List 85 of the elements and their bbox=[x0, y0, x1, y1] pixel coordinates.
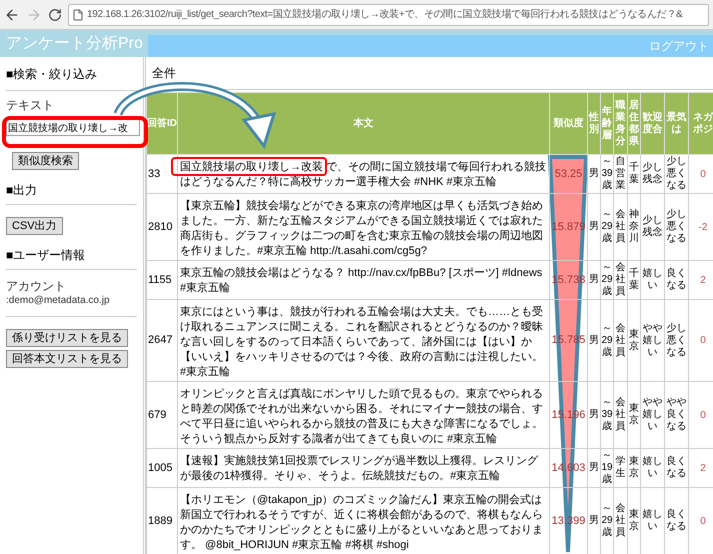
age-cell: ～19歳 bbox=[600, 448, 614, 488]
answer-text: 【ホリエモン（@takapon_jp）のコズミック論だん】東京五輪の開会式は新国立で行われるそうですが、近くに将棋会館があるので、将棋もなんらかのかたちでオリンピックとともに盛り上がるといいなあと思っております。 @8bit_HORIJUN #東京五輪 #将棋 #shogi bbox=[178, 488, 550, 554]
economy-cell: 少し悪くなる bbox=[664, 300, 688, 382]
result-heading: 全件 bbox=[152, 65, 176, 82]
gender-cell: 男 bbox=[588, 448, 600, 488]
list-button[interactable]: 回答本文リストを見る bbox=[6, 350, 128, 368]
id-cell: 679 bbox=[146, 382, 178, 448]
prefecture-cell: 東京 bbox=[628, 448, 640, 488]
column-header: 回答ID bbox=[146, 92, 178, 154]
id-cell: 2647 bbox=[146, 300, 178, 382]
prefecture-cell: 東京 bbox=[628, 488, 640, 554]
gender-cell: 男 bbox=[588, 488, 600, 554]
answer-text: 【速報】実施競技第1回投票でレスリングが過半数以上獲得。レスリングが最後の1枠獲得。そりゃ、そうよ。伝統競技だもの。#東京五輪 bbox=[178, 448, 550, 488]
column-header: 性別 bbox=[588, 92, 600, 154]
prefecture-cell: 千葉 bbox=[628, 260, 640, 300]
column-header: ネガポジ bbox=[688, 92, 713, 154]
page-icon bbox=[72, 8, 84, 20]
similarity-cell: 15.785 bbox=[550, 300, 588, 382]
id-cell: 1005 bbox=[146, 448, 178, 488]
gender-cell: 男 bbox=[588, 300, 600, 382]
column-header: 類似度 bbox=[550, 92, 588, 154]
economy-cell: 少し悪くなる bbox=[664, 194, 688, 260]
welcome-cell: 少し残念 bbox=[640, 154, 664, 194]
id-cell: 1155 bbox=[146, 260, 178, 300]
economy-cell: 良くなる bbox=[664, 488, 688, 554]
column-header: 本文 bbox=[178, 92, 550, 154]
column-header: 年齢層 bbox=[600, 92, 614, 154]
id-cell: 33 bbox=[146, 154, 178, 194]
welcome-cell: 嬉しい bbox=[640, 448, 664, 488]
age-cell: ～29歳 bbox=[600, 194, 614, 260]
id-cell: 1889 bbox=[146, 488, 178, 554]
gender-cell: 男 bbox=[588, 260, 600, 300]
economy-cell: 良くなる bbox=[664, 260, 688, 300]
answer-text: 東京五輪の競技会場はどうなる？ http://nav.cx/fpBBu? [スポーツ] #ldnews #東京五輪 bbox=[178, 260, 550, 300]
answer-text: 【東京五輪】競技会場などができる東京の湾岸地区は早くも活気づき始めました。一方、新たな五輪スタジアムができる国立競技場近くでは寂れた商店街も。グラフィックは二つの町を含む東京五輪の競技会場の周辺地図を作りました。#東京五輪 http://t.asahi.com/cg5g? bbox=[178, 194, 550, 260]
prefecture-cell: 東京 bbox=[628, 382, 640, 448]
job-cell: 会社員 bbox=[614, 260, 628, 300]
job-cell: 学生 bbox=[614, 448, 628, 488]
welcome-cell: やや嬉しい bbox=[640, 300, 664, 382]
age-cell: ～29歳 bbox=[600, 488, 614, 554]
job-cell: 会社員 bbox=[614, 194, 628, 260]
prefecture-cell: 神奈川 bbox=[628, 194, 640, 260]
section-heading: ■出力 bbox=[6, 182, 38, 199]
answer-text: 国立競技場の取り壊し→改装 で、その間に国立競技場で毎回行われる競技はどうなるんだ？特に高校サッカー選手権大会 #NHK #東京五輪 bbox=[178, 154, 550, 194]
field-label: テキスト bbox=[6, 97, 55, 113]
reload-icon[interactable] bbox=[48, 8, 62, 22]
job-cell: 会社員 bbox=[614, 488, 628, 554]
column-header: 居住都県 bbox=[628, 92, 640, 154]
app-title: アンケート分析Pro bbox=[6, 34, 143, 54]
welcome-cell: 嬉しい bbox=[640, 260, 664, 300]
back-icon[interactable] bbox=[4, 6, 20, 22]
age-cell: ～39歳 bbox=[600, 154, 614, 194]
csv-button[interactable]: CSV出力 bbox=[6, 217, 63, 235]
welcome-cell: やや嬉しい bbox=[640, 382, 664, 448]
welcome-cell: 嬉しい bbox=[640, 488, 664, 554]
age-cell: ～29歳 bbox=[600, 260, 614, 300]
job-cell: 自営業 bbox=[614, 154, 628, 194]
age-cell: ～39歳 bbox=[600, 382, 614, 448]
account-label: アカウント bbox=[6, 278, 67, 294]
economy-cell: 少し悪くなる bbox=[664, 154, 688, 194]
column-header: 景気は bbox=[664, 92, 688, 154]
prefecture-cell: 東京 bbox=[628, 300, 640, 382]
search-text-field[interactable]: 国立競技場の取り壊し→改 bbox=[6, 119, 140, 136]
answer-text: 東京にはという事は、競技が行われる五輪会場は大丈夫。でも……とも受け取れるニュアンスに聞こえる。これを翻訳されるとどうなるのか？曖昧な言い回しをするのって日本語くらいであって、諸外国には【はい】か【いいえ】をハッキリさせるのでは？今後、政府の言動には注視したい。#東京五輪 bbox=[178, 300, 550, 382]
job-cell: 会社員 bbox=[614, 300, 628, 382]
list-button[interactable]: 係り受けリストを見る bbox=[6, 329, 128, 347]
id-cell: 2810 bbox=[146, 194, 178, 260]
gender-cell: 男 bbox=[588, 382, 600, 448]
address-bar[interactable]: 192.168.1.26:3102/ruiji_list/get_search?text=国立競技場の取り壊し→改装+で、その間に国立競技場で毎回行われる競技はどうなるんだ？& bbox=[68, 4, 709, 26]
similarity-search-button[interactable]: 類似度検索 bbox=[12, 152, 79, 170]
gender-cell: 男 bbox=[588, 154, 600, 194]
answer-text: オリンピックと言えば真哉にボンヤリした頭で見るもの。東京でやられると時差の関係でそれが出来ないから困る。それにマイナー競技の場合、すべて平日昼に追いやられるから競技の普及にも大きな障害になるでしょ。そういう観点から反対する識者が出てきても良いのに #東京五輪 bbox=[178, 382, 550, 448]
column-header: 職業身分 bbox=[614, 92, 628, 154]
age-cell: ～29歳 bbox=[600, 300, 614, 382]
job-cell: 会社員 bbox=[614, 382, 628, 448]
similarity-cell: 53.25 bbox=[550, 154, 588, 194]
section-heading: ■ユーザー情報 bbox=[6, 247, 86, 264]
account-email: :demo@metadata.co.jp bbox=[6, 294, 111, 308]
section-heading: ■検索・絞り込み bbox=[6, 66, 98, 83]
prefecture-cell: 千葉 bbox=[628, 154, 640, 194]
welcome-cell: 少し残念 bbox=[640, 194, 664, 260]
gender-cell: 男 bbox=[588, 194, 600, 260]
economy-cell: 良くなる bbox=[664, 448, 688, 488]
column-header: 歓迎度合 bbox=[640, 92, 664, 154]
economy-cell: やや良くなる bbox=[664, 382, 688, 448]
